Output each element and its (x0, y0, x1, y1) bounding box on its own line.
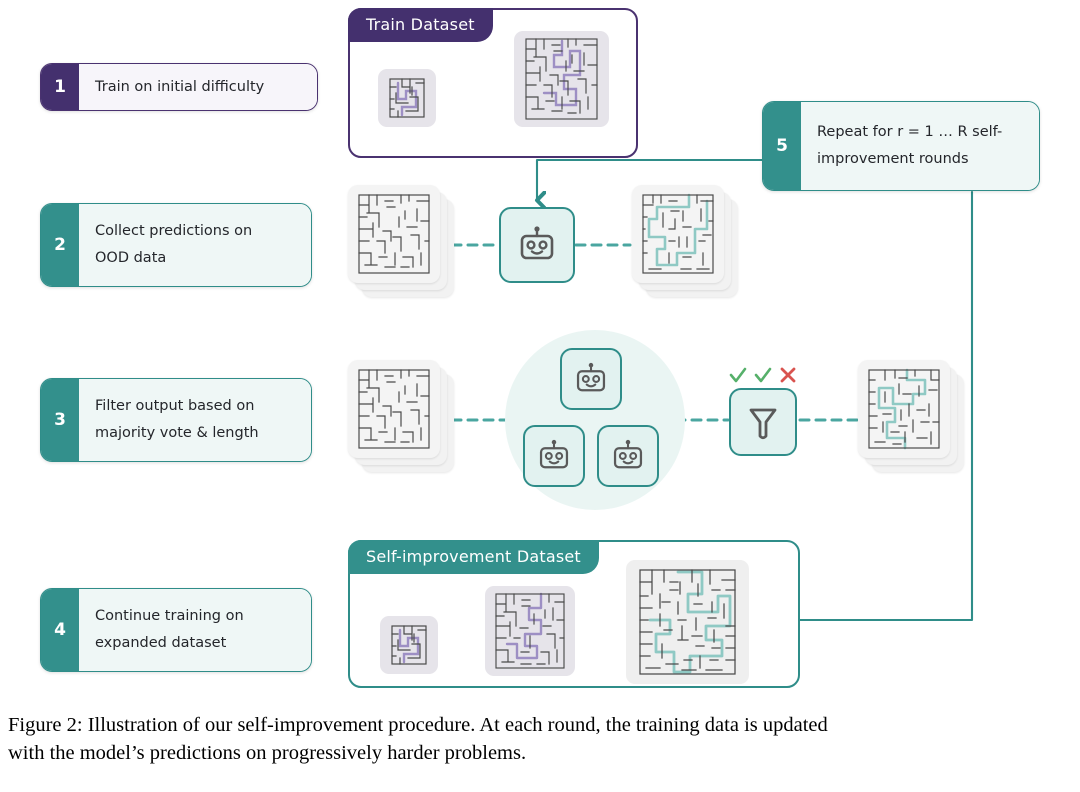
stack-card-front (858, 360, 950, 458)
step-card-1[interactable]: 1 Train on initial difficulty (40, 63, 318, 111)
filter-result-marks (727, 362, 803, 386)
figure-diagram: 1 Train on initial difficulty 2 Collect … (0, 0, 1080, 792)
step-number-2: 2 (41, 204, 79, 286)
maze-tile-si-large (626, 560, 749, 684)
step-card-5[interactable]: 5 Repeat for r = 1 … R self- improvement… (762, 101, 1040, 191)
step-text-5-line2: improvement rounds (817, 151, 969, 167)
cross-icon (780, 367, 796, 383)
train-dataset-panel: Train Dataset (348, 8, 638, 158)
filter-chip[interactable] (729, 388, 797, 456)
maze-stack-row2-output (632, 185, 742, 307)
figure-caption-line2: with the model’s predictions on progress… (8, 741, 527, 764)
step-number-1: 1 (41, 64, 79, 110)
step-text-1: Train on initial difficulty (79, 64, 317, 110)
step-text-2-line1: Collect predictions on (95, 223, 253, 240)
step-number-3: 3 (41, 379, 79, 461)
maze-stack-row3-output (858, 360, 968, 482)
robot-icon (539, 439, 569, 469)
stack-card-front (348, 185, 440, 283)
maze-stack-row2-input (348, 185, 458, 307)
step-text-3-line1: Filter output based on (95, 398, 255, 415)
robot-icon (520, 226, 554, 260)
robot-icon (613, 439, 643, 469)
step-text-4-line2: expanded dataset (95, 635, 227, 651)
maze-tile-si-medium (485, 586, 575, 676)
robot-icon (576, 362, 606, 392)
step-number-5: 5 (763, 102, 801, 190)
robot-chip-vote-right[interactable] (597, 425, 659, 487)
step-text-4-line1: Continue training on (95, 608, 244, 625)
step-card-4[interactable]: 4 Continue training on expanded dataset (40, 588, 312, 672)
maze-tile-train-large (514, 31, 609, 127)
robot-chip-row2[interactable] (499, 207, 575, 283)
robot-chip-vote-top[interactable] (560, 348, 622, 410)
step-text-2: Collect predictions on OOD data (79, 204, 311, 286)
step-text-4: Continue training on expanded dataset (79, 589, 311, 671)
step-text-1-line1: Train on initial difficulty (95, 78, 265, 95)
maze-tile-si-small (380, 616, 438, 674)
figure-caption: Figure 2: Illustration of our self-impro… (8, 712, 1072, 768)
step-card-3[interactable]: 3 Filter output based on majority vote &… (40, 378, 312, 462)
step-text-5-line1: Repeat for r = 1 … R self- (817, 124, 1003, 141)
step-text-2-line2: OOD data (95, 250, 167, 266)
step-number-4: 4 (41, 589, 79, 671)
stack-card-front (632, 185, 724, 283)
step-card-2[interactable]: 2 Collect predictions on OOD data (40, 203, 312, 287)
maze-tile-train-small (378, 69, 436, 127)
self-improvement-dataset-panel: Self-improvement Dataset (348, 540, 800, 688)
check-icon (729, 367, 747, 383)
self-improvement-dataset-title: Self-improvement Dataset (348, 540, 599, 574)
robot-chip-vote-left[interactable] (523, 425, 585, 487)
train-dataset-title: Train Dataset (348, 8, 493, 42)
stack-card-front (348, 360, 440, 458)
maze-stack-row3-input (348, 360, 458, 482)
step-text-3: Filter output based on majority vote & l… (79, 379, 311, 461)
check-icon (754, 367, 772, 383)
funnel-icon (749, 408, 777, 440)
step-text-3-line2: majority vote & length (95, 425, 259, 441)
figure-caption-line1: Figure 2: Illustration of our self-impro… (8, 714, 828, 736)
step-text-5: Repeat for r = 1 … R self- improvement r… (801, 102, 1039, 190)
